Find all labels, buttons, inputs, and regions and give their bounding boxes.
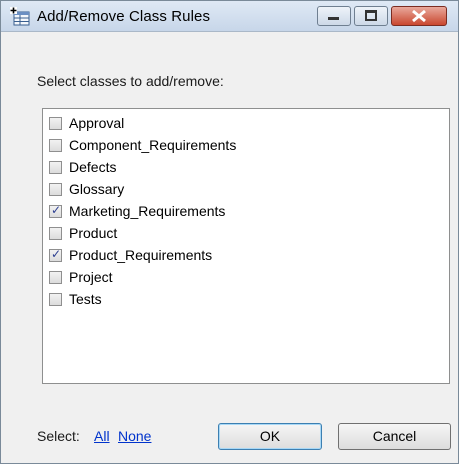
- list-item-project[interactable]: Project: [49, 266, 113, 288]
- checkbox[interactable]: [49, 182, 62, 196]
- list-item-label: Component_Requirements: [69, 137, 237, 153]
- maximize-button[interactable]: [354, 6, 388, 26]
- list-item-glossary[interactable]: Glossary: [49, 178, 124, 200]
- minimize-button[interactable]: [317, 6, 351, 26]
- select-none-link[interactable]: None: [118, 428, 151, 444]
- list-item-defects[interactable]: Defects: [49, 156, 116, 178]
- checkbox[interactable]: [49, 226, 62, 240]
- checkbox[interactable]: [49, 292, 62, 306]
- list-item-label: Tests: [69, 291, 102, 307]
- ok-button[interactable]: OK: [218, 423, 322, 450]
- select-label: Select:: [37, 428, 80, 444]
- list-item-label: Product: [69, 225, 118, 241]
- title-bar[interactable]: Add/Remove Class Rules: [1, 1, 458, 32]
- close-icon: [412, 9, 426, 23]
- list-item-label: Marketing_Requirements: [69, 203, 226, 219]
- checkbox[interactable]: [49, 116, 62, 130]
- dialog-window: Add/Remove Class Rules Select classes to…: [0, 0, 459, 464]
- checkbox[interactable]: [49, 138, 62, 152]
- list-item-label: Product_Requirements: [69, 247, 213, 263]
- class-list[interactable]: Approval Component_Requirements Defects …: [42, 108, 450, 384]
- list-item-marketing-requirements[interactable]: Marketing_Requirements: [49, 200, 225, 222]
- checkbox-checked[interactable]: [49, 247, 62, 262]
- maximize-icon: [365, 10, 377, 21]
- list-item-label: Glossary: [69, 181, 125, 197]
- list-item-label: Defects: [69, 159, 117, 175]
- select-all-link[interactable]: All: [94, 428, 110, 444]
- cancel-button[interactable]: Cancel: [338, 423, 451, 450]
- checkbox-checked[interactable]: [49, 203, 62, 218]
- checkbox[interactable]: [49, 160, 62, 174]
- list-item-label: Approval: [69, 115, 125, 131]
- list-item-product-requirements[interactable]: Product_Requirements: [49, 244, 212, 266]
- instruction-text: Select classes to add/remove:: [37, 73, 224, 89]
- list-item-tests[interactable]: Tests: [49, 288, 102, 310]
- minimize-icon: [328, 17, 339, 20]
- list-item-label: Project: [69, 269, 113, 285]
- list-item-approval[interactable]: Approval: [49, 112, 124, 134]
- class-rules-icon: [10, 7, 30, 26]
- close-button[interactable]: [391, 6, 447, 26]
- list-item-product[interactable]: Product: [49, 222, 117, 244]
- list-item-component-requirements[interactable]: Component_Requirements: [49, 134, 236, 156]
- window-title: Add/Remove Class Rules: [37, 8, 211, 25]
- checkbox[interactable]: [49, 270, 62, 284]
